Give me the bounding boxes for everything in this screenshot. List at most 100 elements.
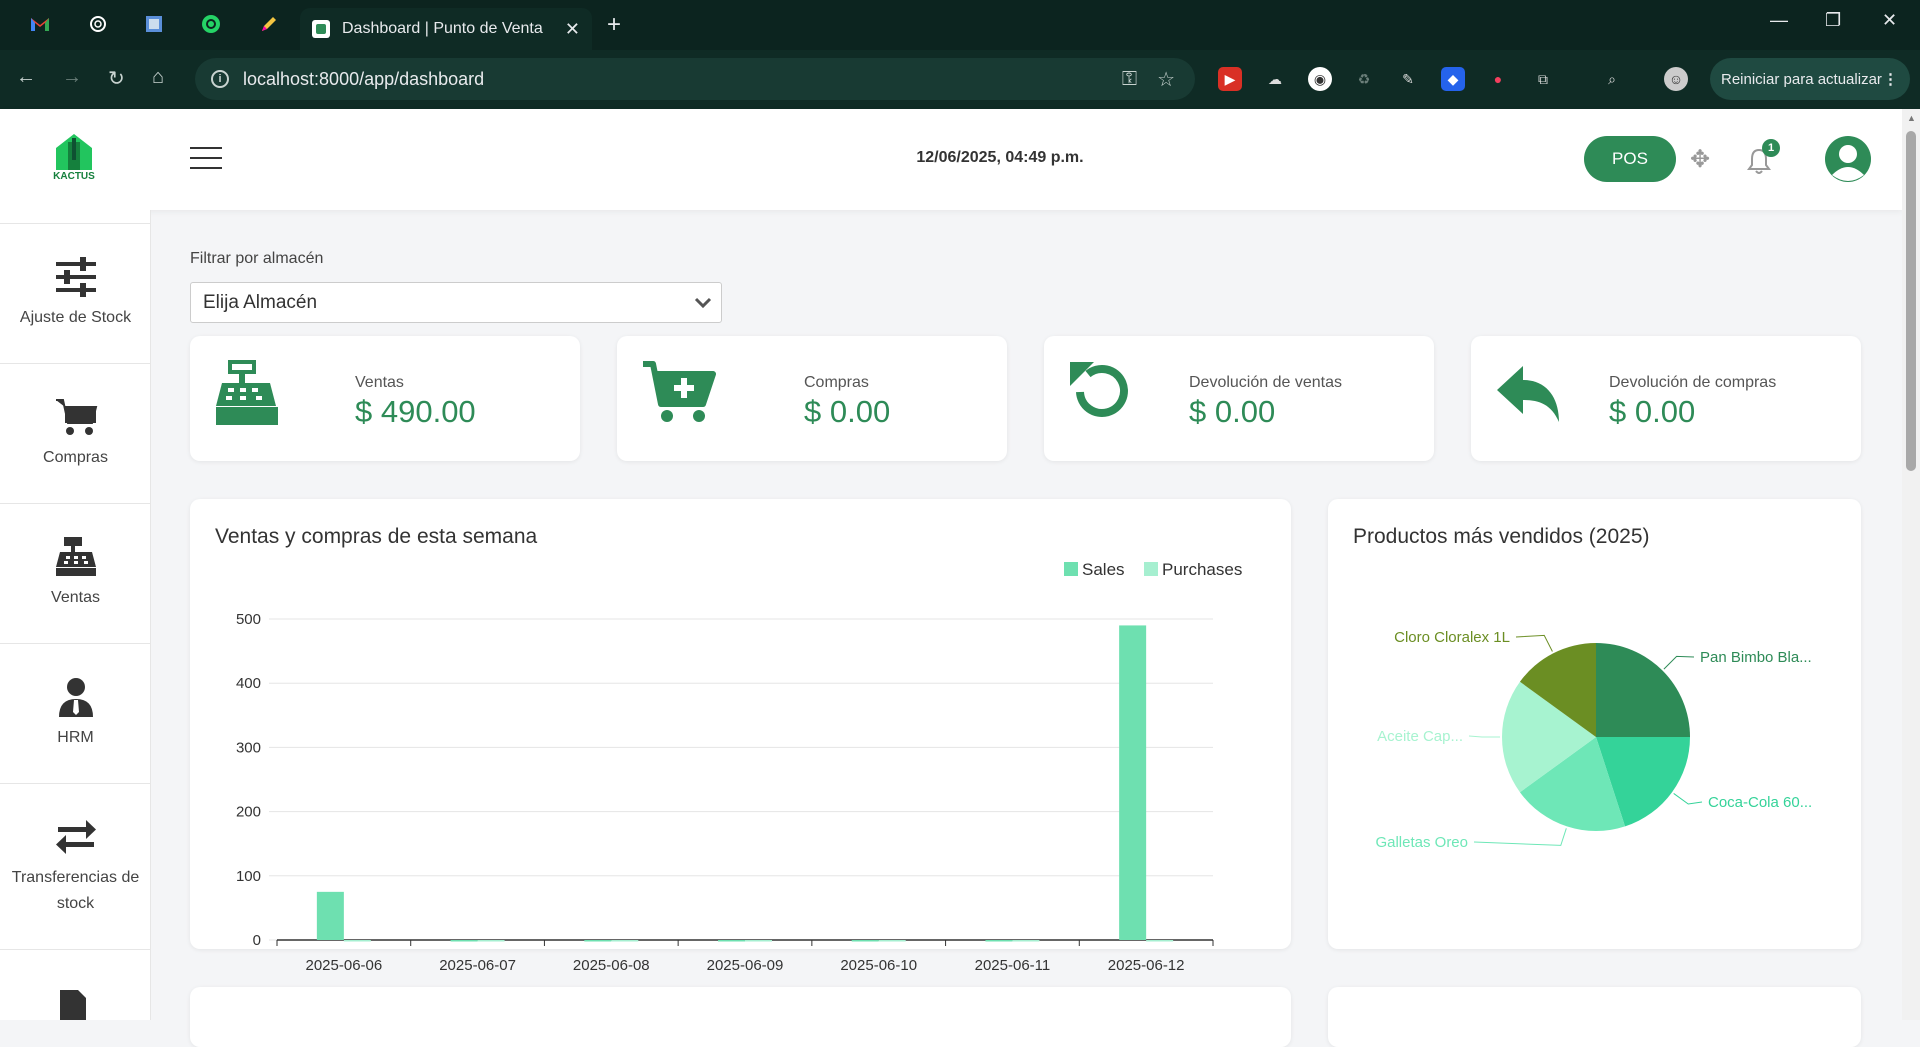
reload-icon[interactable]: ↻ [108,66,125,91]
weekly-bar-chart: 0 100 200 300 400 500 2025-06-06 2025-06-07 2025… [236,560,1242,974]
profile-avatar-icon[interactable]: ☺ [1664,67,1688,91]
x-tick-label: 2025-06-07 [439,957,516,974]
x-tick-label: 2025-06-10 [840,957,917,974]
pie-leader-line [1673,793,1703,805]
warehouse-select-value: Elija Almacén [203,291,318,313]
bar-sales[interactable] [316,891,344,940]
stat-label: Compras [804,374,869,391]
extension-cloud-icon[interactable]: ☁ [1263,67,1287,91]
bar-sales[interactable] [985,940,1013,942]
eyedropper-icon[interactable]: ✎ [1396,67,1420,91]
stat-label: Devolución de compras [1609,374,1777,391]
extension-pink-icon[interactable]: ● [1486,67,1510,91]
pie-label: Cloro Cloralex 1L [1394,629,1510,646]
extension-cube-icon[interactable]: ◆ [1441,67,1465,91]
legend-swatch [1064,562,1078,576]
sliders-icon [55,256,96,297]
sidebar-item-label: Ajuste de Stock [19,308,132,326]
stat-value: $ 0.00 [1189,394,1276,429]
bar-sales[interactable] [450,940,478,942]
pencil-tab[interactable] [257,12,281,36]
invoice-icon [60,990,86,1020]
stat-card-purchases: Compras $ 0.00 [617,336,1007,461]
update-button[interactable]: Reiniciar para actualizar ⋮ [1710,58,1910,100]
address-bar[interactable]: i localhost:8000/app/dashboard ⚿ ☆ [195,58,1195,100]
sidebar-item-stock-transfers[interactable]: Transferencias de stock [0,785,151,950]
back-icon[interactable]: ← [16,66,36,89]
fullscreen-icon[interactable]: ✥ [1686,146,1714,174]
bar-sales[interactable] [584,940,612,942]
new-tab-icon[interactable]: + [607,11,621,39]
bar-sales[interactable] [1119,625,1147,940]
reply-icon [1497,366,1559,422]
restore-icon[interactable]: ❐ [1825,10,1841,31]
sidebar-item-purchases[interactable]: Compras [0,365,151,504]
sidebar-item-hrm[interactable]: HRM [0,645,151,784]
y-tick-label: 300 [236,739,261,756]
gmail-tab[interactable] [28,12,52,36]
bar-purchases[interactable] [1146,940,1174,942]
close-tab-icon[interactable]: ✕ [565,19,580,40]
scroll-up-icon[interactable]: ▲ [1907,113,1916,123]
minimize-icon[interactable]: — [1770,10,1788,31]
header-datetime: 12/06/2025, 04:49 p.m. [916,149,1084,166]
whatsapp-icon [202,15,220,33]
stat-card-purchase-returns: Devolución de compras $ 0.00 [1471,336,1861,461]
close-window-icon[interactable]: ✕ [1882,10,1897,31]
legend-label[interactable]: Purchases [1162,560,1242,579]
extensions-puzzle-icon[interactable]: ⧉ [1531,67,1555,91]
x-tick-label: 2025-06-11 [975,957,1051,974]
cash-register-icon [216,360,278,425]
tab-dashboard[interactable]: Dashboard | Punto de Venta ✕ [300,8,592,50]
tab-title: Dashboard | Punto de Venta [342,20,543,37]
extension-recycle-icon[interactable]: ♻ [1352,67,1376,91]
sidebar-item-sales[interactable]: Ventas [0,505,151,644]
chevron-down-icon [694,297,712,309]
extension-circle-icon[interactable]: ◉ [1308,67,1332,91]
url-text[interactable]: localhost:8000/app/dashboard [243,69,1122,90]
forward-icon[interactable]: → [62,66,82,89]
home-icon[interactable]: ⌂ [152,66,164,89]
whatsapp-tab[interactable] [199,12,223,36]
password-key-icon[interactable]: ⚿ [1122,68,1137,91]
user-avatar-icon[interactable] [1824,135,1872,183]
page-scrollbar[interactable]: ▲ [1902,109,1920,1020]
sidebar-item-stock-adjustment[interactable]: Ajuste de Stock [0,223,151,364]
bar-purchases[interactable] [343,940,371,942]
gmail-icon [31,18,49,31]
x-tick-label: 2025-06-08 [573,957,650,974]
bar-purchases[interactable] [477,940,505,942]
sidebar-item-label: Ventas [51,589,100,606]
bar-purchases[interactable] [745,940,772,942]
stat-card-sales: Ventas $ 490.00 [190,336,580,461]
notification-badge: 1 [1762,139,1780,157]
image-tab[interactable] [142,12,166,36]
bar-sales[interactable] [718,940,745,942]
menu-toggle-icon[interactable] [190,147,222,169]
bookmark-star-icon[interactable]: ☆ [1157,67,1175,92]
bar-purchases[interactable] [878,940,906,942]
pos-button[interactable]: POS [1584,136,1676,182]
site-info-icon[interactable]: i [211,70,229,88]
y-tick-label: 100 [236,868,261,885]
user-tie-icon [58,678,93,717]
bar-purchases[interactable] [611,940,639,942]
bar-sales[interactable] [851,940,879,942]
x-tick-label: 2025-06-12 [1108,957,1185,974]
image-icon [146,16,162,32]
scrollbar-thumb[interactable] [1906,131,1916,471]
sidebar-item-label: HRM [57,729,94,746]
kactus-logo[interactable]: KACTUS [48,130,100,184]
openai-tab[interactable] [86,12,110,36]
kebab-menu-icon[interactable]: ⋮ [1883,70,1898,88]
stat-label: Devolución de ventas [1189,374,1342,391]
bar-purchases[interactable] [1012,940,1040,942]
y-tick-label: 500 [236,611,261,628]
extension-red-icon[interactable]: ▶ [1218,67,1242,91]
stat-value: $ 490.00 [355,394,476,429]
warehouse-select[interactable]: Elija Almacén [190,282,722,323]
tab-search-icon[interactable]: ⌕ [1600,67,1624,91]
y-tick-label: 400 [236,675,261,692]
legend-label[interactable]: Sales [1082,560,1125,579]
pie-label: Galletas Oreo [1375,834,1468,851]
